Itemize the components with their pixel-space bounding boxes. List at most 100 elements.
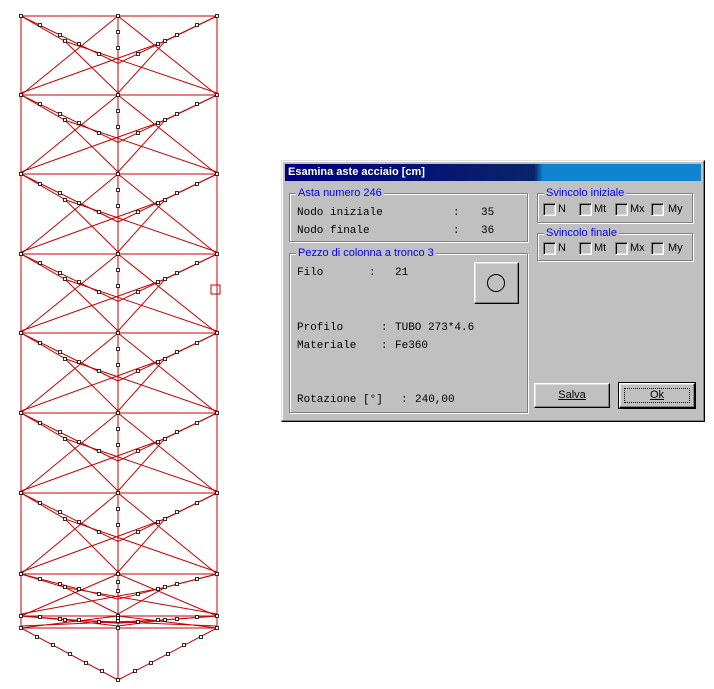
node-marker[interactable] [38,341,42,345]
member-line[interactable] [64,518,218,573]
node-marker[interactable] [116,30,120,34]
node-marker[interactable] [19,14,23,18]
node-marker[interactable] [215,626,219,630]
node-marker[interactable] [116,523,120,527]
node-marker[interactable] [195,615,199,619]
node-marker[interactable] [116,443,120,447]
node-marker[interactable] [38,261,42,265]
member-line[interactable] [64,438,218,492]
node-marker[interactable] [63,517,67,521]
node-marker[interactable] [215,614,219,618]
node-marker[interactable] [58,33,62,37]
node-marker[interactable] [215,411,219,415]
node-marker[interactable] [63,437,67,441]
node-marker[interactable] [63,118,67,122]
member-line[interactable] [64,278,218,332]
node-marker[interactable] [63,39,67,43]
node-marker[interactable] [77,280,81,284]
svincolo-iniziale-n-checkbox[interactable] [543,203,556,216]
node-marker[interactable] [156,618,160,622]
member-line[interactable] [164,615,218,621]
node-marker[interactable] [175,112,179,116]
member-line[interactable] [20,253,119,334]
node-marker[interactable] [156,360,160,364]
node-marker[interactable] [77,520,81,524]
node-marker[interactable] [19,614,23,618]
member-line[interactable] [64,119,218,173]
node-marker[interactable] [116,572,120,576]
node-marker[interactable] [63,357,67,361]
node-marker[interactable] [116,188,120,192]
node-marker[interactable] [163,357,167,361]
node-marker[interactable] [163,118,167,122]
node-marker[interactable] [175,350,179,354]
selected-member-marker[interactable] [210,284,221,295]
member-line[interactable] [117,15,218,96]
node-marker[interactable] [116,204,120,208]
node-marker[interactable] [116,616,120,620]
salva-button[interactable]: Salva [534,383,610,408]
node-marker[interactable] [19,491,23,495]
node-marker[interactable] [163,198,167,202]
node-marker[interactable] [77,201,81,205]
svincolo-finale-mx-checkbox[interactable] [615,242,628,255]
node-marker[interactable] [68,652,72,656]
member-line[interactable] [20,94,66,121]
node-marker[interactable] [156,440,160,444]
node-marker[interactable] [19,411,23,415]
node-marker[interactable] [116,427,120,431]
node-marker[interactable] [77,440,81,444]
node-marker[interactable] [38,577,42,581]
node-marker[interactable] [19,572,23,576]
node-marker[interactable] [175,617,179,621]
node-marker[interactable] [63,618,67,622]
node-marker[interactable] [58,430,62,434]
node-marker[interactable] [38,615,42,619]
node-marker[interactable] [195,577,199,581]
node-marker[interactable] [156,280,160,284]
node-marker[interactable] [63,198,67,202]
member-line[interactable] [64,40,119,94]
member-line[interactable] [164,332,218,360]
node-marker[interactable] [116,580,120,584]
node-marker[interactable] [215,572,219,576]
member-line[interactable] [117,94,218,175]
node-marker[interactable] [116,411,120,415]
member-line[interactable] [164,492,218,520]
member-line[interactable] [20,15,119,64]
member-line[interactable] [20,332,119,414]
member-line[interactable] [164,412,218,440]
svincolo-iniziale-my-checkbox[interactable] [651,203,664,216]
svincolo-finale-mt-checkbox[interactable] [579,242,592,255]
node-marker[interactable] [175,582,179,586]
node-marker[interactable] [116,619,120,623]
member-line[interactable] [117,412,218,494]
node-marker[interactable] [163,277,167,281]
member-line[interactable] [20,412,66,440]
member-line[interactable] [20,94,119,143]
node-marker[interactable] [77,618,81,622]
member-line[interactable] [20,15,66,42]
node-marker[interactable] [19,626,23,630]
node-marker[interactable] [58,582,62,586]
member-line[interactable] [64,438,119,492]
node-marker[interactable] [116,626,120,630]
node-marker[interactable] [77,587,81,591]
node-marker[interactable] [116,93,120,97]
node-marker[interactable] [215,252,219,256]
node-marker[interactable] [133,669,137,673]
node-marker[interactable] [182,643,186,647]
member-line[interactable] [20,15,119,96]
member-line[interactable] [20,492,66,520]
node-marker[interactable] [58,350,62,354]
node-marker[interactable] [84,661,88,665]
node-marker[interactable] [51,643,55,647]
node-marker[interactable] [63,277,67,281]
node-marker[interactable] [19,172,23,176]
member-line[interactable] [20,518,166,573]
node-marker[interactable] [195,421,199,425]
member-line[interactable] [64,518,119,573]
node-marker[interactable] [97,449,101,453]
node-marker[interactable] [195,182,199,186]
node-marker[interactable] [116,507,120,511]
